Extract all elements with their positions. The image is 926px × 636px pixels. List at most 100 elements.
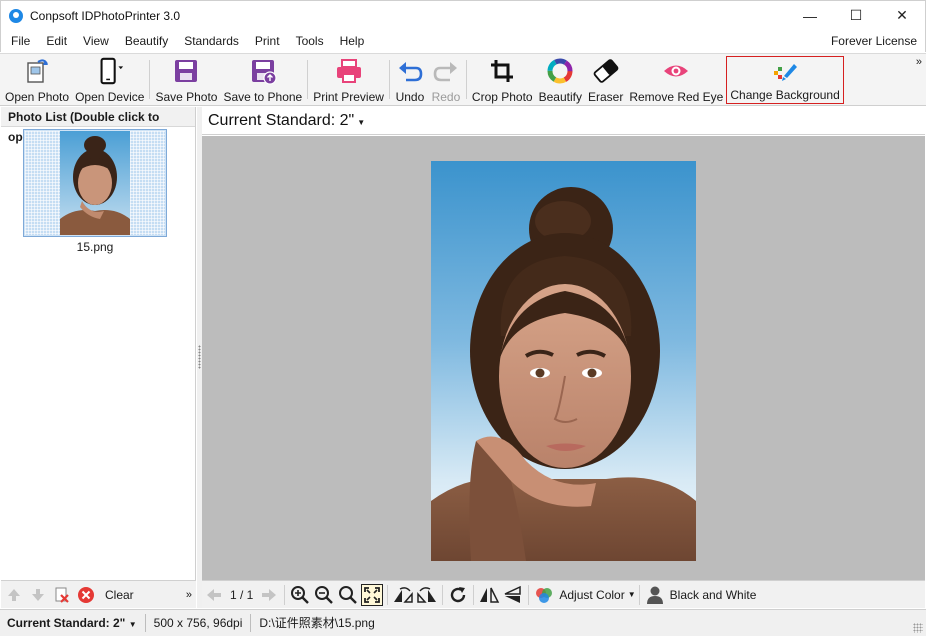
print-preview-button[interactable]: Print Preview	[310, 54, 387, 107]
eraser-button[interactable]: Eraser	[585, 54, 626, 107]
chevron-down-icon: ▼	[627, 590, 636, 599]
zoom-in-icon[interactable]	[289, 584, 311, 606]
toolbar-separator	[442, 584, 444, 605]
photo-list-overflow-icon[interactable]: »	[186, 589, 192, 601]
id-photo-preview	[431, 161, 696, 561]
toolbar-separator	[388, 60, 390, 99]
remove-red-eye-button[interactable]: Remove Red Eye	[626, 54, 726, 107]
chevron-down-icon: ▼	[357, 118, 366, 127]
menu-bar: File Edit View Beautify Standards Print …	[0, 30, 926, 52]
resize-grip-icon[interactable]	[913, 623, 923, 633]
phone-icon	[95, 56, 125, 86]
status-dimensions: 500 x 756, 96dpi	[146, 614, 252, 632]
photo-list-header: Photo List (Double click to open)	[1, 107, 195, 144]
window-title: Conpsoft IDPhotoPrinter 3.0	[30, 8, 181, 23]
rotate-right-icon[interactable]	[416, 584, 438, 606]
save-to-phone-icon	[248, 56, 278, 86]
next-page-icon[interactable]	[258, 584, 280, 606]
delete-photo-icon[interactable]	[51, 584, 73, 606]
move-down-icon[interactable]	[27, 584, 49, 606]
menu-beautify[interactable]: Beautify	[117, 30, 176, 52]
clear-button[interactable]: Clear	[105, 588, 134, 602]
photo-list-panel: Photo List (Double click to open) 15.png	[1, 107, 196, 608]
view-toolbar: 1 / 1 Adjust Color ▼ Black and White	[202, 580, 925, 608]
move-up-icon[interactable]	[3, 584, 25, 606]
open-device-button[interactable]: Open Device	[72, 54, 147, 107]
beautify-button[interactable]: Beautify	[536, 54, 585, 107]
crop-photo-label: Crop Photo	[471, 90, 533, 104]
open-photo-button[interactable]: Open Photo	[2, 54, 72, 107]
open-photo-icon	[22, 56, 52, 86]
beautify-label: Beautify	[538, 90, 582, 104]
thumbnail-image	[60, 131, 130, 235]
menu-file[interactable]: File	[1, 30, 38, 52]
refresh-icon[interactable]	[447, 584, 469, 606]
undo-icon	[395, 56, 425, 86]
menu-help[interactable]: Help	[332, 30, 373, 52]
redo-button[interactable]: Redo	[428, 54, 464, 107]
previous-page-icon[interactable]	[203, 584, 225, 606]
fit-to-window-icon[interactable]	[361, 583, 384, 606]
flip-horizontal-icon[interactable]	[478, 584, 500, 606]
adjust-color-icon[interactable]	[533, 584, 555, 606]
toolbar: Open Photo Open Device Save Photo Save t…	[0, 53, 926, 106]
menu-tools[interactable]: Tools	[288, 30, 332, 52]
maximize-button[interactable]: ☐	[833, 1, 879, 31]
toolbar-overflow-icon[interactable]: »	[916, 56, 922, 68]
save-photo-button[interactable]: Save Photo	[152, 54, 220, 107]
standard-selector[interactable]: Current Standard: 2" ▼	[202, 107, 925, 135]
toolbar-separator	[473, 584, 475, 605]
menu-edit[interactable]: Edit	[38, 30, 75, 52]
save-photo-label: Save Photo	[155, 90, 218, 104]
photo-canvas[interactable]	[202, 136, 925, 580]
thumbnail-filename: 15.png	[76, 240, 114, 254]
menu-standards[interactable]: Standards	[176, 30, 247, 52]
status-bar: Current Standard: 2" ▼ 500 x 756, 96dpi …	[0, 609, 926, 636]
print-preview-label: Print Preview	[313, 90, 384, 104]
page-indicator: 1 / 1	[230, 587, 254, 602]
actual-size-icon[interactable]	[337, 584, 359, 606]
status-standard-label: Current Standard: 2"	[7, 616, 126, 630]
menu-print[interactable]: Print	[247, 30, 288, 52]
redo-label: Redo	[431, 90, 461, 104]
toolbar-separator	[528, 584, 530, 605]
save-to-phone-label: Save to Phone	[223, 90, 303, 104]
black-and-white-button[interactable]: Black and White	[670, 588, 757, 602]
toolbar-separator	[465, 60, 467, 99]
zoom-out-icon[interactable]	[313, 584, 335, 606]
floppy-disk-icon	[171, 56, 201, 86]
crop-photo-button[interactable]: Crop Photo	[469, 54, 536, 107]
remove-red-eye-label: Remove Red Eye	[629, 90, 724, 104]
printer-icon	[334, 56, 364, 86]
eraser-label: Eraser	[587, 90, 624, 104]
open-photo-label: Open Photo	[5, 90, 70, 104]
splitter-grip-icon	[198, 345, 201, 369]
change-background-button[interactable]: Change Background	[726, 56, 844, 104]
redo-icon	[431, 56, 461, 86]
color-wheel-icon	[545, 56, 575, 86]
menu-view[interactable]: View	[75, 30, 117, 52]
minimize-button[interactable]: —	[787, 1, 833, 31]
status-standard[interactable]: Current Standard: 2" ▼	[0, 614, 146, 632]
toolbar-separator	[307, 60, 309, 99]
flip-vertical-icon[interactable]	[502, 584, 524, 606]
adjust-color-button[interactable]: Adjust Color	[559, 588, 624, 602]
open-device-label: Open Device	[75, 90, 145, 104]
clear-icon[interactable]	[75, 584, 97, 606]
toolbar-separator	[387, 584, 389, 605]
toolbar-separator	[638, 584, 640, 605]
rotate-left-icon[interactable]	[392, 584, 414, 606]
undo-button[interactable]: Undo	[392, 54, 428, 107]
person-icon[interactable]	[644, 584, 666, 606]
eraser-icon	[591, 56, 621, 86]
chevron-down-icon: ▼	[128, 620, 137, 629]
toolbar-separator	[284, 584, 286, 605]
photo-thumbnail[interactable]	[23, 129, 167, 237]
close-button[interactable]: ✕	[879, 1, 925, 31]
window-controls: — ☐ ✕	[787, 1, 925, 31]
save-to-phone-button[interactable]: Save to Phone	[220, 54, 305, 107]
license-label: Forever License	[830, 34, 917, 48]
app-logo-icon	[9, 8, 23, 23]
thumbnail-grid-background	[25, 131, 165, 235]
status-file-path: D:\证件照素材\15.png	[259, 616, 375, 630]
